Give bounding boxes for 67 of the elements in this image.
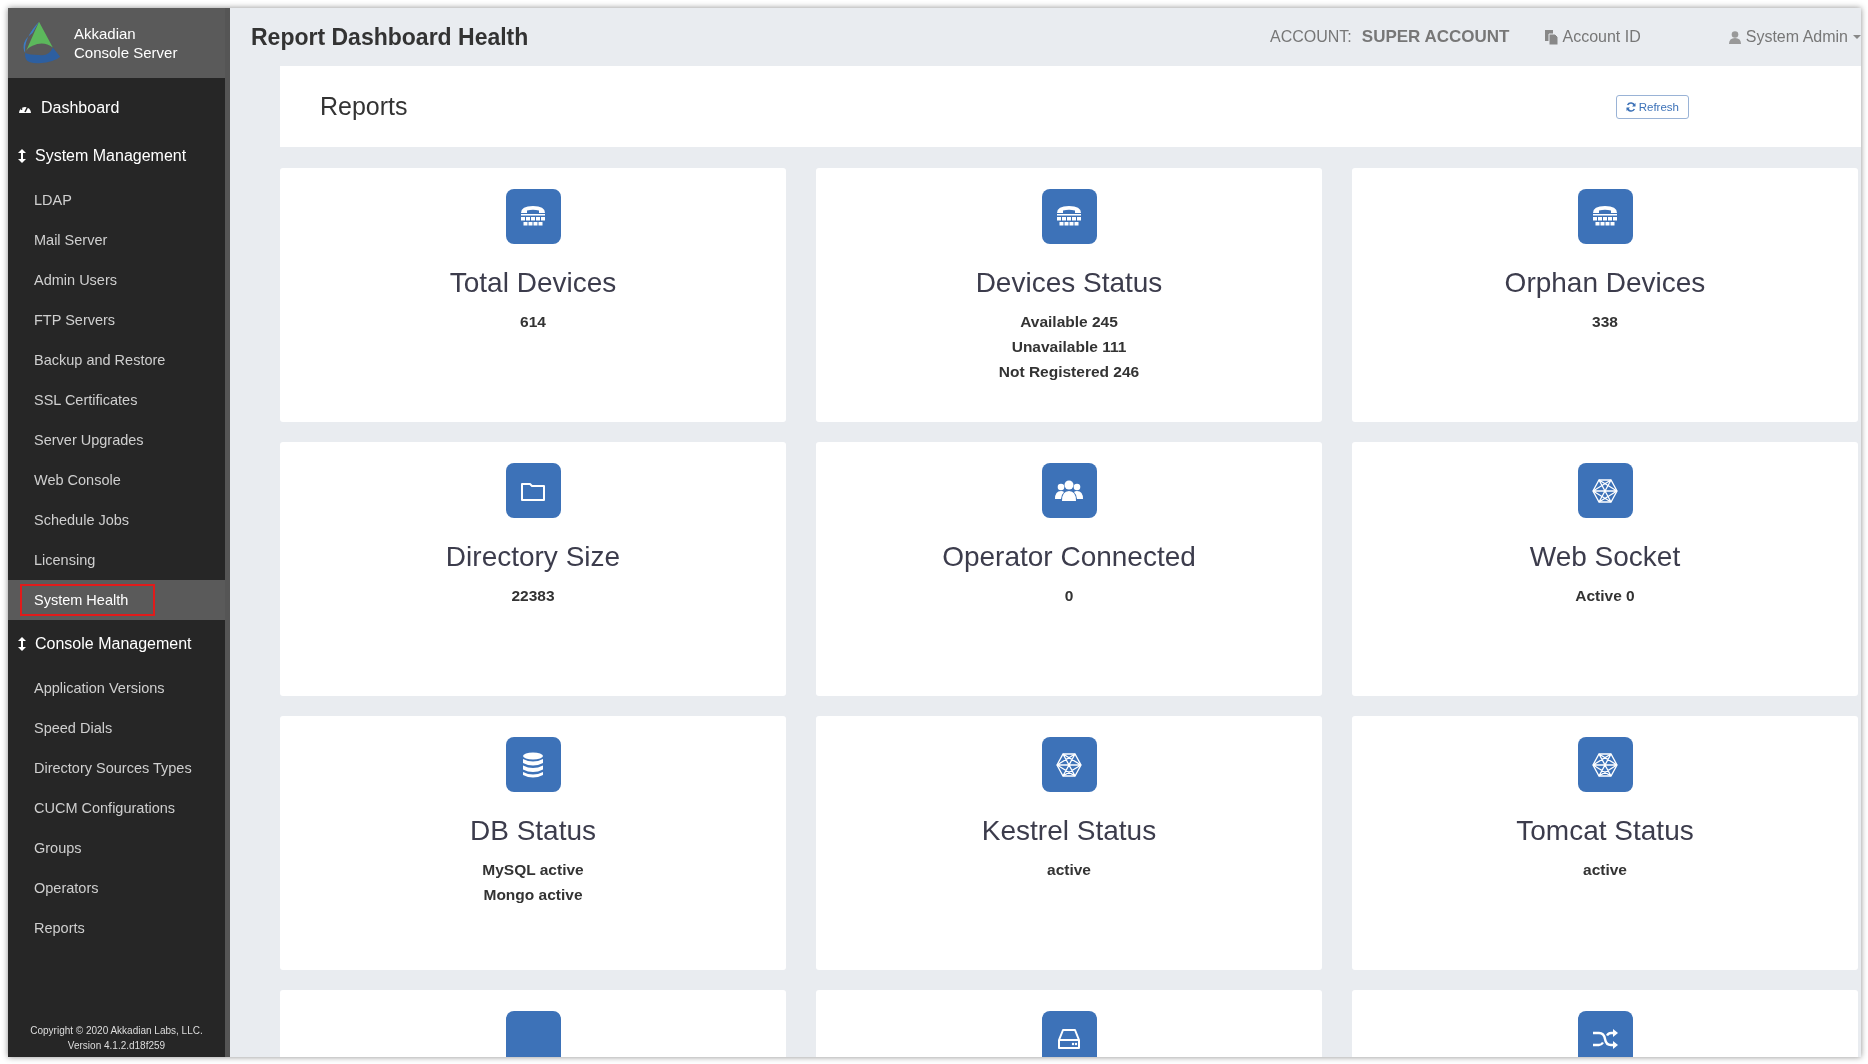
expand-arrows-icon [18, 149, 26, 163]
telephone-icon [1577, 189, 1633, 244]
card-value: MySQL active [482, 860, 584, 880]
card-value: Active 0 [1575, 586, 1635, 606]
nav-item[interactable]: Reports [8, 908, 225, 948]
card-title: Kestrel Status [981, 815, 1157, 847]
nav-section[interactable]: Console Management [8, 620, 225, 668]
nav-item[interactable]: FTP Servers [8, 300, 225, 340]
card-value: 22383 [511, 586, 555, 606]
card-value: active [1047, 860, 1091, 880]
nav-item[interactable]: System Health [8, 580, 225, 620]
card-title: Orphan Devices [1504, 267, 1706, 299]
copy-icon [1545, 29, 1559, 45]
card-title: Web Socket [1529, 541, 1681, 573]
nav-item[interactable]: Groups [8, 828, 225, 868]
nav-item[interactable]: Speed Dials [8, 708, 225, 748]
card-title: Total Devices [449, 267, 617, 299]
page-title: Report Dashboard Health [251, 23, 529, 51]
refresh-icon [1625, 101, 1636, 112]
refresh-button[interactable]: Refresh [1615, 94, 1689, 119]
card-value: 338 [1592, 312, 1618, 332]
expand-arrows-icon [18, 637, 26, 651]
card-title: Tomcat Status [1516, 815, 1694, 847]
card-title: Devices Status [975, 267, 1163, 299]
account-label: ACCOUNT: [1270, 28, 1352, 46]
hexagon-network-icon [1041, 737, 1097, 792]
blank-tile-icon [505, 1011, 561, 1057]
card-value: Available 245 [1020, 312, 1118, 332]
nav-item[interactable]: Admin Users [8, 260, 225, 300]
account-id-link[interactable]: Account ID [1545, 28, 1641, 46]
nav-item[interactable]: Mail Server [8, 220, 225, 260]
user-menu[interactable]: System Admin [1728, 28, 1861, 46]
nav-item[interactable]: Operators [8, 868, 225, 908]
folder-icon [505, 463, 561, 518]
nav-item[interactable]: Dashboard [8, 84, 225, 132]
nav-item[interactable]: CUCM Configurations [8, 788, 225, 828]
copyright-text: Copyright © 2020 Akkadian Labs, LLC. [29, 1024, 204, 1038]
nav-item[interactable]: Directory Sources Types [8, 748, 225, 788]
nav-item[interactable]: Server Upgrades [8, 420, 225, 460]
card-title: Operator Connected [942, 541, 1196, 573]
database-icon [505, 737, 561, 792]
telephone-icon [505, 189, 561, 244]
users-icon [1041, 463, 1097, 518]
nav-item[interactable]: Application Versions [8, 668, 225, 708]
nav-item[interactable]: Backup and Restore [8, 340, 225, 380]
card-value: Mongo active [483, 885, 583, 905]
card-title: DB Status [469, 815, 597, 847]
panel-title: Reports [320, 92, 408, 121]
nav-item[interactable]: Licensing [8, 540, 225, 580]
nav-item[interactable]: SSL Certificates [8, 380, 225, 420]
hexagon-network-icon [1577, 463, 1633, 518]
brand-name: Akkadian Console Server [74, 24, 178, 62]
nav-section[interactable]: System Management [8, 132, 225, 180]
card-value: 614 [520, 312, 546, 332]
card-value: active [1583, 860, 1627, 880]
nav-item[interactable]: Web Console [8, 460, 225, 500]
nav-item[interactable]: Schedule Jobs [8, 500, 225, 540]
card-value: 0 [1064, 586, 1074, 606]
user-icon [1728, 30, 1741, 44]
card-title: Directory Size [445, 541, 621, 573]
version-text: Version 4.1.2.d18f259 [66, 1039, 167, 1053]
telephone-icon [1041, 189, 1097, 244]
nav-item[interactable]: LDAP [8, 180, 225, 220]
account-name: SUPER ACCOUNT [1361, 27, 1510, 47]
hexagon-network-icon [1577, 737, 1633, 792]
card-value: Not Registered 246 [998, 362, 1140, 382]
card-value: Unavailable 111 [1011, 337, 1127, 357]
